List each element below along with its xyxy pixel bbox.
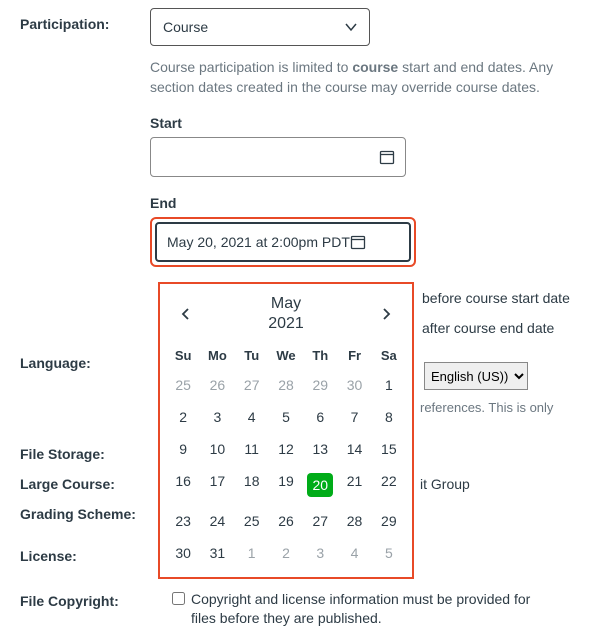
- calendar-day[interactable]: 30: [337, 369, 371, 401]
- calendar-day[interactable]: 28: [337, 505, 371, 537]
- calendar-day[interactable]: 27: [235, 369, 269, 401]
- calendar-day[interactable]: 27: [303, 505, 337, 537]
- calendar-day[interactable]: 16: [166, 465, 200, 505]
- calendar-day[interactable]: 19: [269, 465, 303, 505]
- next-month-button[interactable]: [372, 300, 400, 328]
- calendar-day[interactable]: 6: [303, 401, 337, 433]
- calendar-dow: Th: [303, 342, 337, 369]
- calendar-dow: Sa: [372, 342, 406, 369]
- calendar-day[interactable]: 20: [303, 465, 337, 505]
- calendar-dow: Fr: [337, 342, 371, 369]
- participation-label: Participation:: [20, 8, 150, 32]
- calendar-dow: Mo: [200, 342, 234, 369]
- calendar-day[interactable]: 26: [269, 505, 303, 537]
- calendar-day[interactable]: 8: [372, 401, 406, 433]
- grading-scheme-label: Grading Scheme:: [20, 506, 136, 522]
- file-copyright-label: File Copyright:: [20, 593, 119, 609]
- calendar-day[interactable]: 4: [235, 401, 269, 433]
- calendar-day[interactable]: 30: [166, 537, 200, 569]
- participation-helper: Course participation is limited to cours…: [150, 58, 574, 97]
- calendar-day[interactable]: 22: [372, 465, 406, 505]
- start-label: Start: [150, 115, 574, 131]
- calendar-day[interactable]: 9: [166, 433, 200, 465]
- calendar-day[interactable]: 23: [166, 505, 200, 537]
- calendar-day[interactable]: 29: [372, 505, 406, 537]
- end-highlight-outline: May 20, 2021 at 2:00pm PDT: [150, 217, 416, 267]
- copyright-text: Copyright and license information must b…: [191, 590, 554, 628]
- calendar-day[interactable]: 28: [269, 369, 303, 401]
- prev-month-button[interactable]: [172, 300, 200, 328]
- calendar-day[interactable]: 17: [200, 465, 234, 505]
- calendar-day[interactable]: 24: [200, 505, 234, 537]
- calendar-day[interactable]: 31: [200, 537, 234, 569]
- calendar-day[interactable]: 12: [269, 433, 303, 465]
- calendar-day[interactable]: 25: [235, 505, 269, 537]
- calendar-day[interactable]: 25: [166, 369, 200, 401]
- copyright-checkbox[interactable]: [172, 592, 185, 605]
- calendar-icon[interactable]: [350, 234, 366, 250]
- participation-select-value: Course: [163, 19, 208, 35]
- calendar-day[interactable]: 11: [235, 433, 269, 465]
- calendar-day[interactable]: 1: [372, 369, 406, 401]
- calendar-day[interactable]: 15: [372, 433, 406, 465]
- large-course-label: Large Course:: [20, 476, 115, 492]
- calendar-dow: We: [269, 342, 303, 369]
- restrict-before-text: before course start date: [422, 290, 570, 306]
- calendar-day[interactable]: 2: [166, 401, 200, 433]
- language-hint-fragment: references. This is only: [420, 400, 553, 415]
- chevron-down-icon: [343, 19, 359, 35]
- end-label: End: [150, 195, 574, 211]
- language-label: Language:: [20, 355, 91, 371]
- calendar-day[interactable]: 29: [303, 369, 337, 401]
- calendar-day[interactable]: 10: [200, 433, 234, 465]
- calendar-day[interactable]: 21: [337, 465, 371, 505]
- calendar-day[interactable]: 14: [337, 433, 371, 465]
- calendar-day[interactable]: 18: [235, 465, 269, 505]
- calendar-year: 2021: [200, 314, 372, 334]
- chevron-left-icon: [180, 307, 192, 321]
- end-date-value: May 20, 2021 at 2:00pm PDT: [167, 234, 350, 250]
- language-select[interactable]: English (US)): [424, 362, 528, 390]
- license-label: License:: [20, 548, 77, 564]
- calendar-dow: Su: [166, 342, 200, 369]
- calendar-day[interactable]: 26: [200, 369, 234, 401]
- calendar-day[interactable]: 2: [269, 537, 303, 569]
- calendar-day[interactable]: 13: [303, 433, 337, 465]
- calendar-day[interactable]: 5: [372, 537, 406, 569]
- calendar-day[interactable]: 7: [337, 401, 371, 433]
- chevron-right-icon: [380, 307, 392, 321]
- calendar-dow: Tu: [235, 342, 269, 369]
- calendar-day[interactable]: 3: [200, 401, 234, 433]
- restrict-after-text: after course end date: [422, 320, 554, 336]
- calendar-day[interactable]: 4: [337, 537, 371, 569]
- calendar-day[interactable]: 1: [235, 537, 269, 569]
- calendar-day[interactable]: 5: [269, 401, 303, 433]
- date-picker-popup: May 2021 SuMoTuWeThFrSa25262728293012345…: [158, 282, 414, 579]
- participation-select[interactable]: Course: [150, 8, 370, 46]
- file-storage-label: File Storage:: [20, 446, 105, 462]
- large-course-value-fragment: it Group: [420, 476, 470, 492]
- start-date-input[interactable]: [150, 137, 406, 177]
- end-date-input[interactable]: May 20, 2021 at 2:00pm PDT: [155, 222, 411, 262]
- calendar-day[interactable]: 3: [303, 537, 337, 569]
- calendar-icon[interactable]: [379, 149, 395, 165]
- calendar-month: May: [200, 294, 372, 314]
